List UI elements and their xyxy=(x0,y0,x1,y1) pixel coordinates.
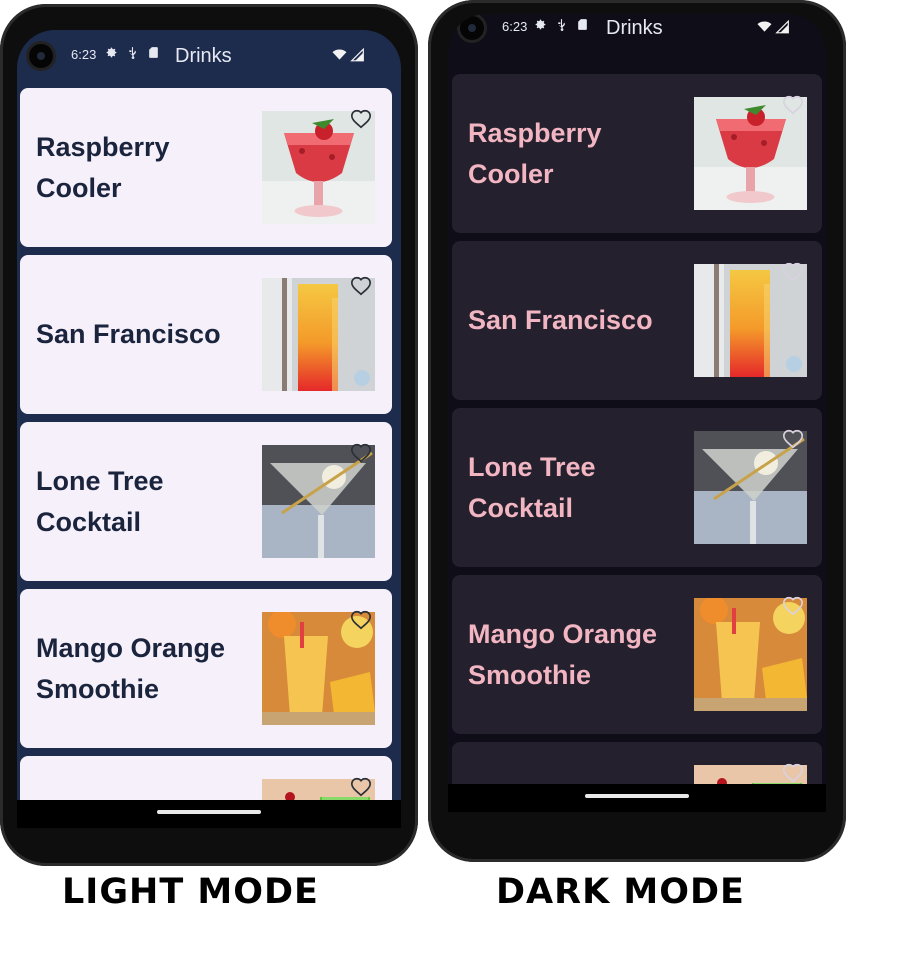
favorite-heart-icon[interactable] xyxy=(350,275,372,297)
favorite-heart-icon[interactable] xyxy=(782,94,804,116)
drink-card[interactable]: Lone Tree Cocktail xyxy=(20,422,392,581)
drink-name: Raspberry Cooler xyxy=(468,117,602,189)
signal-icon xyxy=(350,48,364,62)
connectivity-icons xyxy=(757,20,790,34)
favorite-heart-icon[interactable] xyxy=(350,776,372,798)
connectivity-icons xyxy=(332,48,365,62)
system-icons xyxy=(105,46,160,59)
usb-icon xyxy=(129,47,136,59)
favorite-heart-icon[interactable] xyxy=(782,428,804,450)
system-icons xyxy=(534,18,589,31)
drink-card[interactable]: San Francisco xyxy=(20,255,392,414)
drink-name: Raspberry Cooler xyxy=(36,131,170,203)
wifi-icon xyxy=(332,49,347,60)
light-mode-phone: 6:23 Drinks Raspberry Cooler San Francis… xyxy=(0,4,418,866)
sd-card-icon xyxy=(149,47,158,58)
status-bar: 6:23 Drinks xyxy=(448,14,826,56)
front-camera-icon xyxy=(460,16,484,40)
app-title: Drinks xyxy=(606,17,663,39)
favorite-heart-icon[interactable] xyxy=(782,261,804,283)
gesture-nav-bar xyxy=(448,784,826,812)
favorite-heart-icon[interactable] xyxy=(782,762,804,784)
drink-card[interactable]: Raspberry Cooler xyxy=(452,74,822,233)
app-title: Drinks xyxy=(175,45,232,67)
light-screen: 6:23 Drinks Raspberry Cooler San Francis… xyxy=(17,30,401,828)
drink-name: Mango Orange Smoothie xyxy=(36,632,226,704)
wifi-icon xyxy=(757,21,772,32)
home-gesture-handle[interactable] xyxy=(585,794,689,798)
status-bar: 6:23 Drinks xyxy=(17,30,401,84)
status-time: 6:23 xyxy=(71,47,97,62)
sd-card-icon xyxy=(578,19,587,30)
drink-card[interactable]: San Francisco xyxy=(452,241,822,400)
drink-name: San Francisco xyxy=(468,305,653,335)
drink-card[interactable]: Lone Tree Cocktail xyxy=(452,408,822,567)
gear-icon xyxy=(106,47,117,58)
drink-card[interactable]: Mango Orange Smoothie xyxy=(452,575,822,734)
gesture-nav-bar xyxy=(17,800,401,828)
signal-icon xyxy=(775,20,789,34)
drink-name: Mango Orange Smoothie xyxy=(468,618,658,690)
dark-screen: 6:23 Drinks Raspberry Cooler San Francis… xyxy=(448,14,826,812)
front-camera-icon xyxy=(29,44,53,68)
usb-icon xyxy=(558,19,565,31)
status-time: 6:23 xyxy=(502,19,528,34)
favorite-heart-icon[interactable] xyxy=(350,442,372,464)
dark-mode-caption: DARK MODE xyxy=(496,872,745,912)
drink-name: Lone Tree Cocktail xyxy=(468,451,596,523)
favorite-heart-icon[interactable] xyxy=(350,108,372,130)
favorite-heart-icon[interactable] xyxy=(350,609,372,631)
home-gesture-handle[interactable] xyxy=(157,810,261,814)
gear-icon xyxy=(535,19,546,30)
comparison-stage: 6:23 Drinks Raspberry Cooler San Francis… xyxy=(0,0,900,960)
drink-card[interactable]: Raspberry Cooler xyxy=(20,88,392,247)
light-mode-caption: LIGHT MODE xyxy=(62,872,319,912)
favorite-heart-icon[interactable] xyxy=(782,595,804,617)
drink-card[interactable]: Mango Orange Smoothie xyxy=(20,589,392,748)
drink-name: Lone Tree Cocktail xyxy=(36,465,164,537)
drink-name: San Francisco xyxy=(36,319,221,349)
dark-mode-phone: 6:23 Drinks Raspberry Cooler San Francis… xyxy=(428,0,846,862)
